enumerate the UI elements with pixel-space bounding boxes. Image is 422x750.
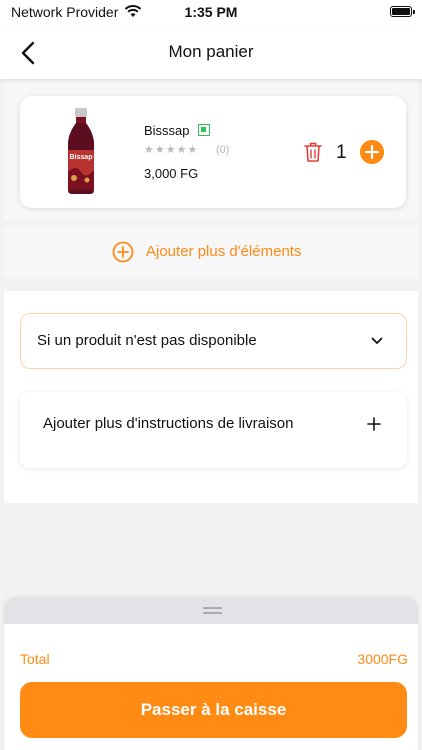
product-price: 3,000 FG xyxy=(144,166,199,181)
drag-handle-icon[interactable] xyxy=(203,607,222,614)
rating-stars: ★★★★★ xyxy=(144,144,199,156)
add-circle-icon[interactable] xyxy=(112,241,134,263)
total-value: 3000FG xyxy=(357,651,408,667)
status-bar: Network Provider 1:35 PM xyxy=(0,0,422,26)
battery-icon xyxy=(390,6,415,17)
plus-icon[interactable] xyxy=(366,416,382,432)
page-title: Mon panier xyxy=(168,42,254,61)
veg-badge xyxy=(198,124,210,136)
delete-item-button[interactable] xyxy=(303,141,323,163)
delivery-instructions-label: Ajouter plus d'instructions de livraison xyxy=(43,415,294,432)
unavailable-product-label: Si un produit n'est pas disponible xyxy=(37,332,257,349)
navbar: Mon panier xyxy=(0,26,422,79)
add-more-items-link[interactable]: Ajouter plus d'éléments xyxy=(146,243,301,260)
product-name: Bisssap xyxy=(144,123,190,138)
product-image: Bissap xyxy=(68,108,94,194)
rating-count: (0) xyxy=(216,144,230,156)
total-label: Total xyxy=(20,651,50,667)
increase-quantity-button[interactable] xyxy=(360,140,384,164)
quantity-value: 1 xyxy=(336,142,347,163)
chevron-down-icon[interactable] xyxy=(370,334,384,348)
status-time: 1:35 PM xyxy=(184,4,238,20)
checkout-button[interactable]: Passer à la caisse xyxy=(20,682,407,738)
product-logo-text: Bissap xyxy=(70,154,93,161)
